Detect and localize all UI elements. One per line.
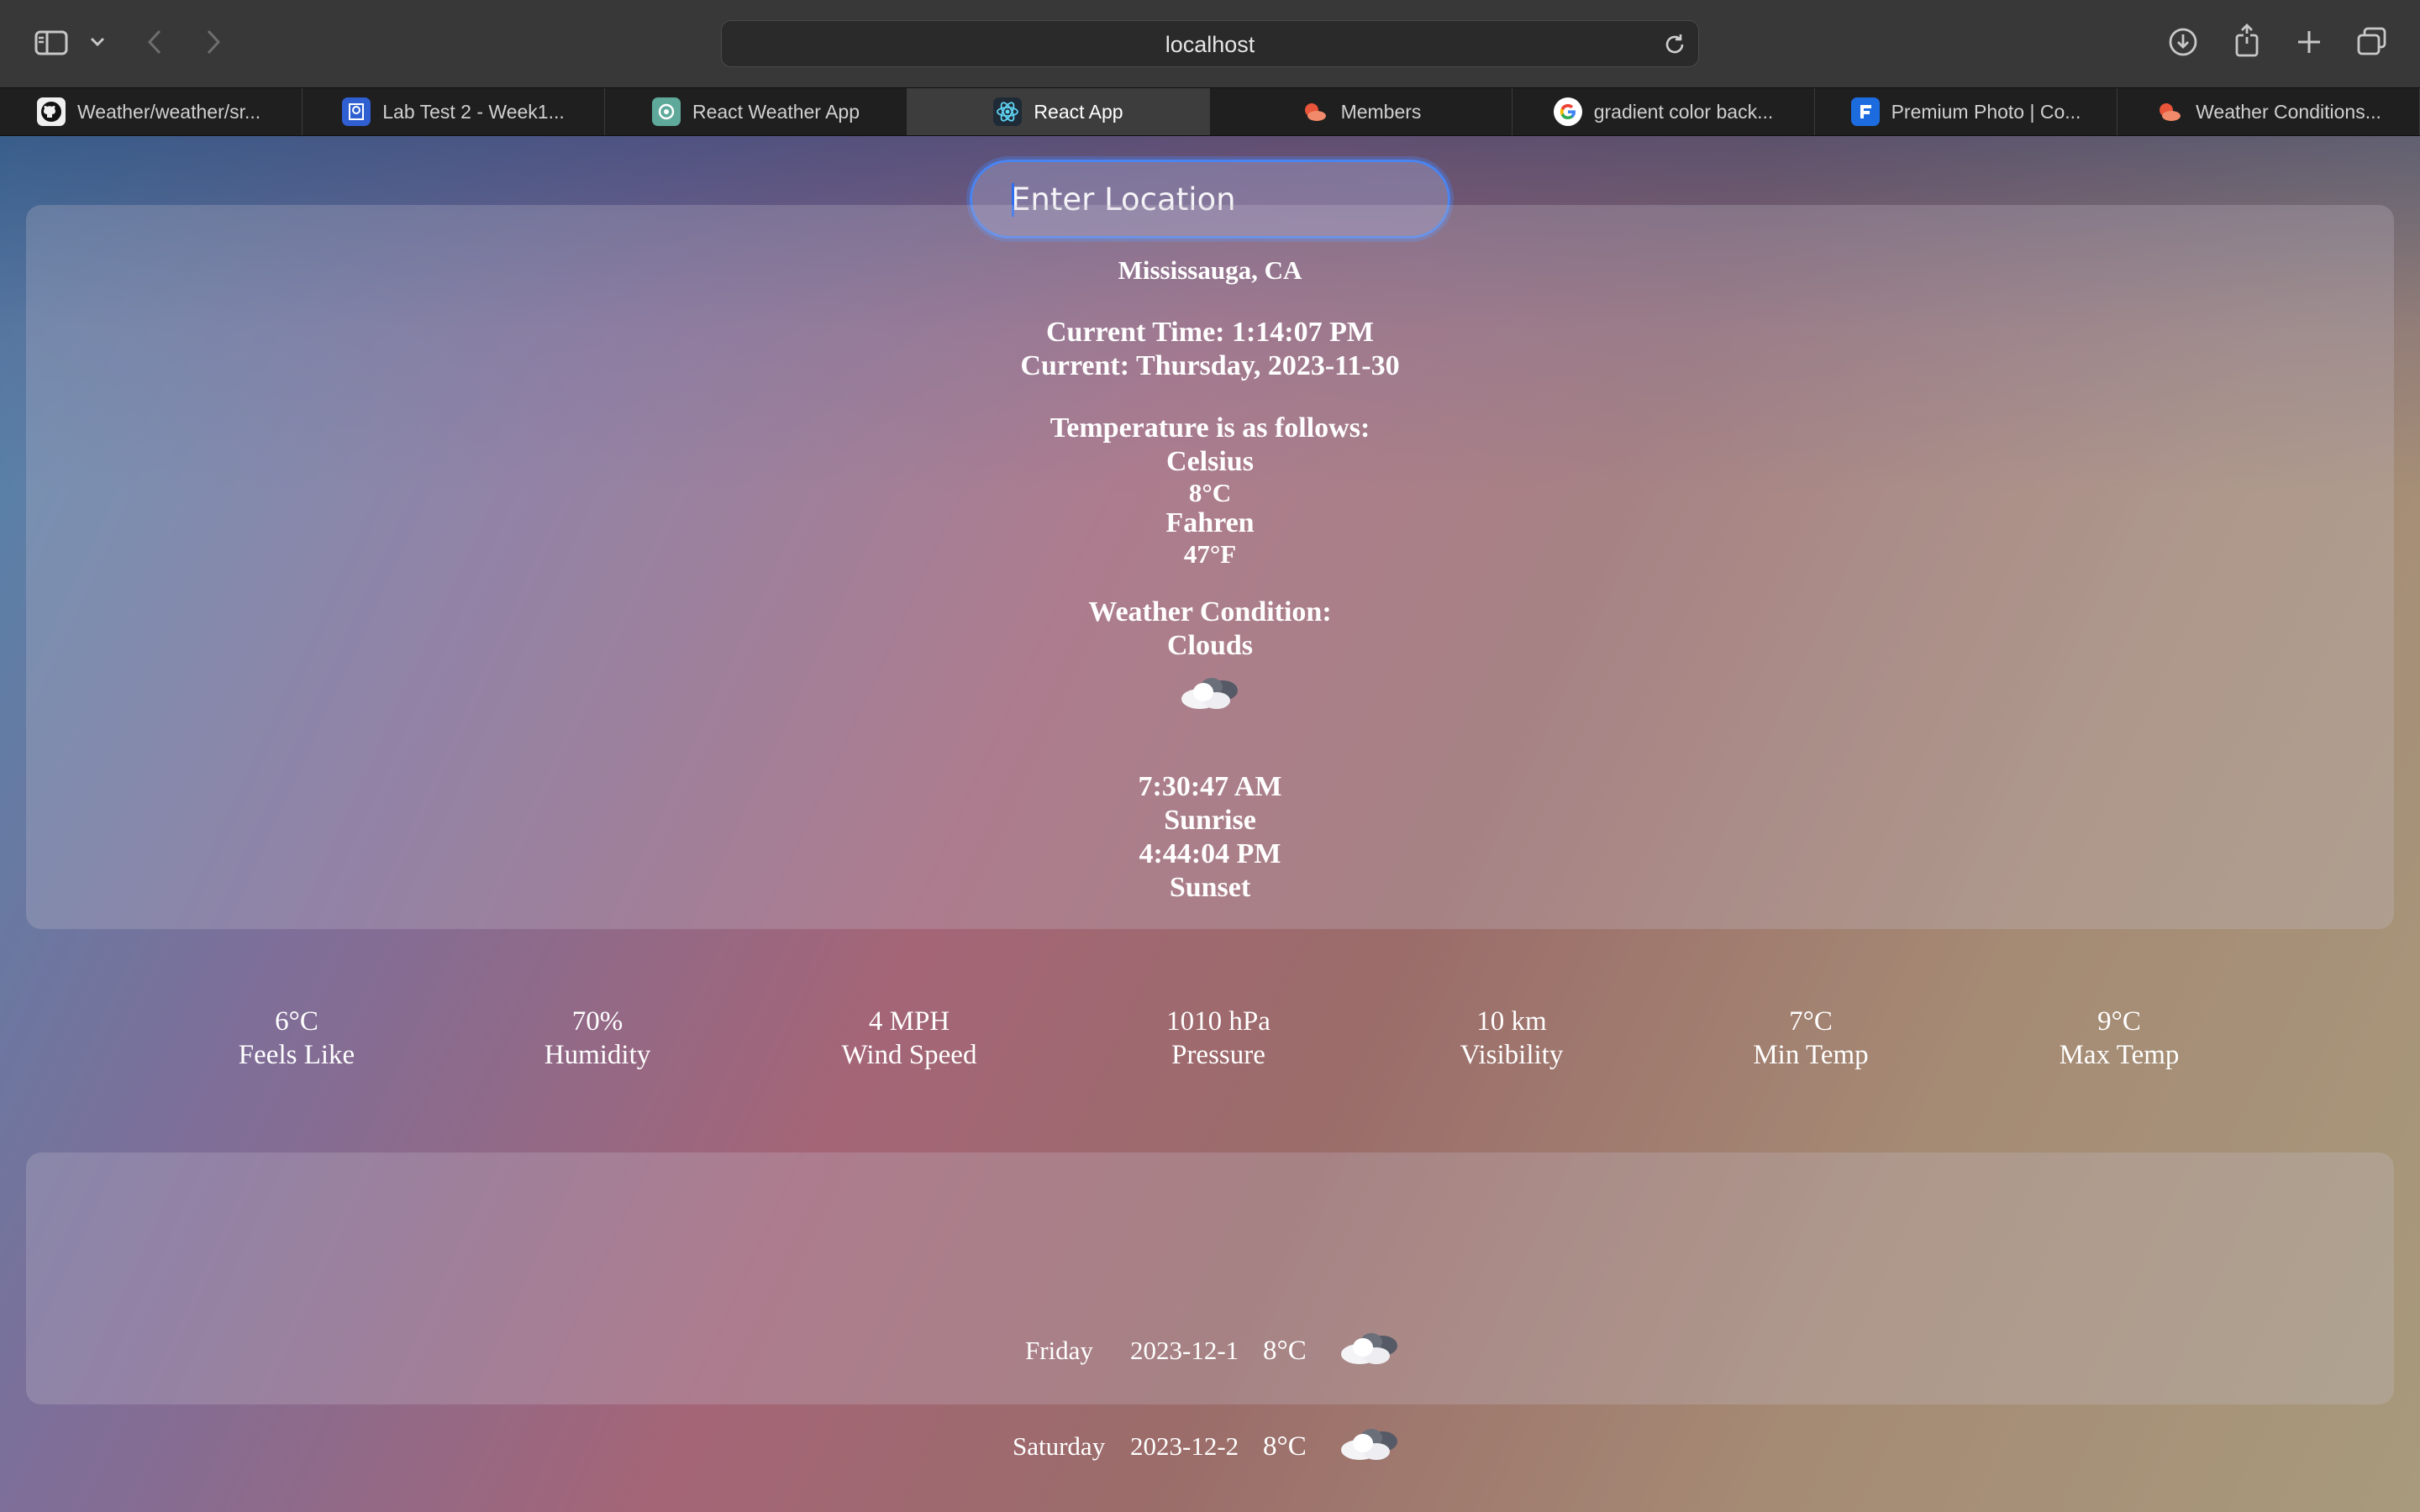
tab-lab-test[interactable]: Lab Test 2 - Week1... [302, 88, 605, 135]
cloud-icon [1181, 678, 1238, 709]
share-icon[interactable] [2230, 22, 2264, 59]
google-icon [1553, 97, 1582, 126]
stat-max-temp: 9°C Max Temp [1993, 1005, 2245, 1072]
stat-humidity: 70% Humidity [471, 1005, 723, 1072]
back-arrow-icon[interactable] [139, 27, 170, 57]
condition-text: Clouds [1166, 630, 1254, 661]
tab-bar: Weather/weather/sr... Lab Test 2 - Week1… [0, 87, 2420, 136]
weather-stats-row: 6°C Feels Like 70% Humidity 4 MPH Wind S… [0, 1005, 2420, 1080]
weather-app-page: Mississauga, CA Current Time: 1:14:07 PM… [0, 136, 2420, 1512]
sunrise-time: 7:30:47 AM [1138, 771, 1282, 802]
new-tab-icon[interactable] [2292, 25, 2326, 59]
tab-label: Members [1340, 100, 1422, 123]
celsius-value: 8°C [1188, 478, 1232, 507]
sunset-time: 4:44:04 PM [1139, 838, 1281, 869]
url-text: localhost [1165, 32, 1255, 57]
stat-visibility: 10 km Visibility [1386, 1005, 1638, 1072]
stat-value: 4 MPH [868, 1006, 950, 1037]
condition-heading: Weather Condition: [1088, 596, 1332, 627]
tab-label: Weather/weather/sr... [77, 100, 261, 123]
stat-value: 70% [571, 1006, 623, 1037]
address-bar[interactable]: localhost [721, 20, 1699, 67]
tab-github[interactable]: Weather/weather/sr... [0, 88, 302, 135]
tab-members[interactable]: Members [1210, 88, 1512, 135]
tab-react-app[interactable]: React App [908, 88, 1210, 135]
cloud-icon [1341, 1333, 1397, 1364]
forecast-temp: 8°C [1263, 1336, 1307, 1366]
stat-wind-speed: 4 MPH Wind Speed [783, 1005, 1035, 1072]
tab-label: Weather Conditions... [2196, 100, 2381, 123]
celsius-label: Celsius [1166, 446, 1254, 477]
forward-arrow-icon[interactable] [198, 27, 229, 57]
forecast-row: Saturday 2023-12-2 8°C [0, 1423, 2420, 1473]
lab-icon [342, 97, 371, 126]
temperature-heading: Temperature is as follows: [1050, 412, 1370, 444]
download-icon[interactable] [2166, 25, 2200, 59]
github-icon [37, 97, 66, 126]
sidebar-toggle-icon[interactable] [32, 25, 71, 60]
forecast-date: 2023-12-1 [1130, 1336, 1239, 1365]
cloud-icon [1341, 1429, 1397, 1460]
forecast-day: Friday [1025, 1336, 1093, 1365]
tab-label: gradient color back... [1593, 100, 1774, 123]
forecast-date: 2023-12-2 [1130, 1431, 1239, 1461]
tab-label: Premium Photo | Co... [1891, 100, 2081, 123]
forecast-row: Friday 2023-12-1 8°C [0, 1327, 2420, 1378]
stat-value: 9°C [2097, 1006, 2141, 1037]
stat-label: Pressure [1171, 1040, 1265, 1070]
stat-min-temp: 7°C Min Temp [1685, 1005, 1937, 1072]
sunset-label: Sunset [1169, 872, 1251, 903]
tab-overview-icon[interactable] [2354, 25, 2390, 59]
current-date: Current: Thursday, 2023-11-30 [1020, 350, 1400, 381]
stat-label: Wind Speed [841, 1040, 977, 1070]
stat-pressure: 1010 hPa Pressure [1092, 1005, 1344, 1072]
chevron-down-icon[interactable] [87, 32, 108, 52]
reload-icon[interactable] [1663, 33, 1686, 56]
stat-label: Feels Like [238, 1040, 355, 1070]
freepik-icon [1850, 97, 1880, 126]
stat-label: Min Temp [1753, 1040, 1869, 1070]
stat-value: 1010 hPa [1166, 1006, 1270, 1037]
sunrise-label: Sunrise [1164, 805, 1256, 836]
location-title: Mississauga, CA [1118, 255, 1302, 285]
tab-weather-conditions[interactable]: Weather Conditions... [2118, 88, 2420, 135]
forecast-temp: 8°C [1263, 1431, 1307, 1462]
react-icon [993, 97, 1023, 126]
stat-value: 6°C [275, 1006, 318, 1037]
tab-gradient-color[interactable]: gradient color back... [1512, 88, 1815, 135]
tab-react-weather-app[interactable]: React Weather App [605, 88, 908, 135]
tab-label: Lab Test 2 - Week1... [382, 100, 565, 123]
fahrenheit-value: 47°F [1183, 539, 1237, 569]
forecast-day: Saturday [1013, 1431, 1106, 1461]
stat-label: Humidity [544, 1040, 651, 1070]
cloud-sun-icon [2155, 97, 2184, 126]
tab-premium-photo[interactable]: Premium Photo | Co... [1815, 88, 2118, 135]
fahrenheit-label: Fahren [1165, 507, 1255, 538]
stat-label: Max Temp [2059, 1040, 2180, 1070]
current-time: Current Time: 1:14:07 PM [1046, 317, 1374, 348]
stat-value: 10 km [1476, 1006, 1547, 1037]
chatgpt-icon [651, 97, 681, 126]
tab-label: React Weather App [692, 100, 860, 123]
stat-feels-like: 6°C Feels Like [171, 1005, 423, 1072]
browser-toolbar: localhost [0, 0, 2420, 87]
stat-label: Visibility [1460, 1040, 1564, 1070]
stat-value: 7°C [1789, 1006, 1833, 1037]
tab-label: React App [1034, 100, 1123, 123]
cloud-sun-icon [1301, 97, 1329, 126]
